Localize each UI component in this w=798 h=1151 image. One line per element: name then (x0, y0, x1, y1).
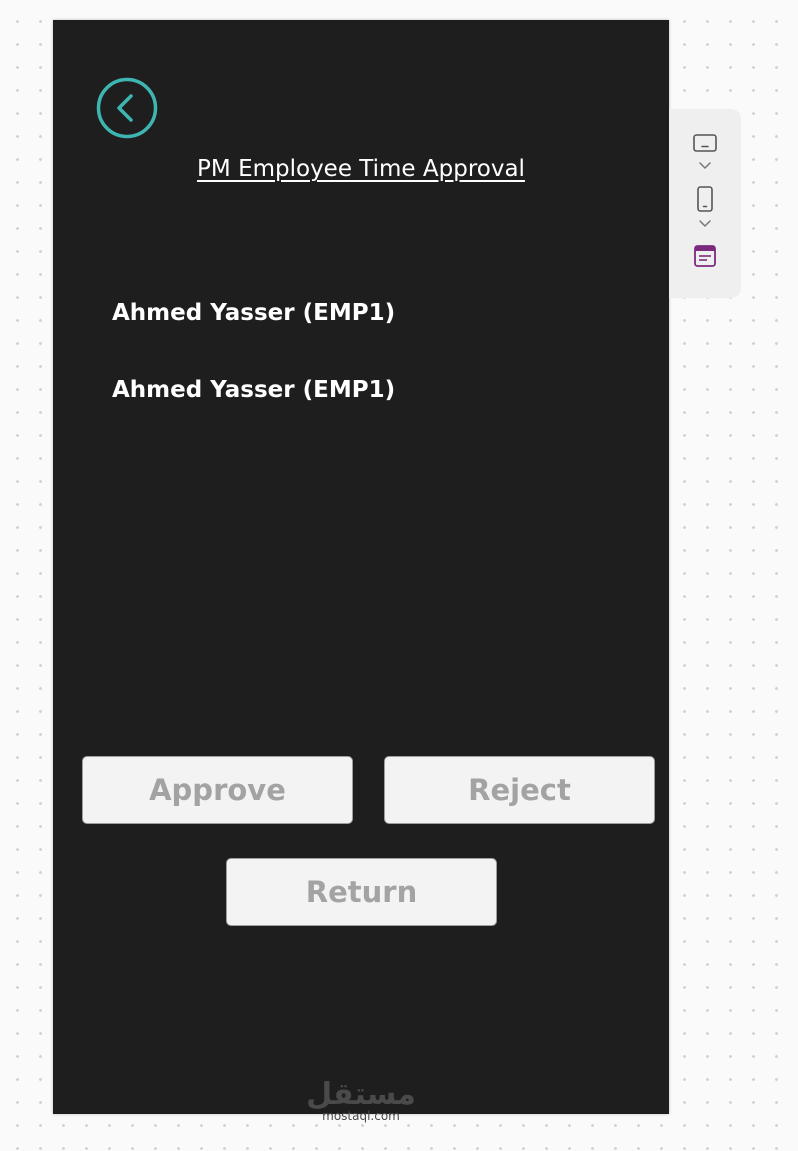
chevron-left-circle-icon (96, 77, 158, 139)
chevron-down-icon (699, 220, 711, 227)
phone-portrait-icon (697, 186, 713, 212)
reject-button[interactable]: Reject (384, 756, 655, 824)
page-title[interactable]: PM Employee Time Approval (53, 156, 669, 182)
device-preview-toolbar (669, 109, 741, 298)
employee-list-item[interactable]: Ahmed Yasser (EMP1) (112, 377, 395, 403)
tablet-view-button[interactable] (669, 131, 741, 155)
approve-button[interactable]: Approve (82, 756, 353, 824)
watermark: مستقل mostaql.com (53, 1077, 669, 1123)
tablet-options-toggle[interactable] (669, 158, 741, 174)
watermark-site: mostaql.com (322, 1109, 400, 1123)
return-button[interactable]: Return (226, 858, 497, 926)
calendar-view-button[interactable] (669, 243, 741, 269)
back-button[interactable] (96, 77, 158, 139)
phone-options-toggle[interactable] (669, 216, 741, 232)
chevron-down-icon (699, 162, 711, 169)
watermark-logo: مستقل (306, 1077, 416, 1112)
app-screen: PM Employee Time Approval Ahmed Yasser (… (53, 20, 669, 1122)
employee-list-item[interactable]: Ahmed Yasser (EMP1) (112, 300, 395, 326)
tablet-landscape-icon (693, 134, 717, 152)
calendar-icon (694, 245, 716, 267)
phone-view-button[interactable] (669, 185, 741, 213)
